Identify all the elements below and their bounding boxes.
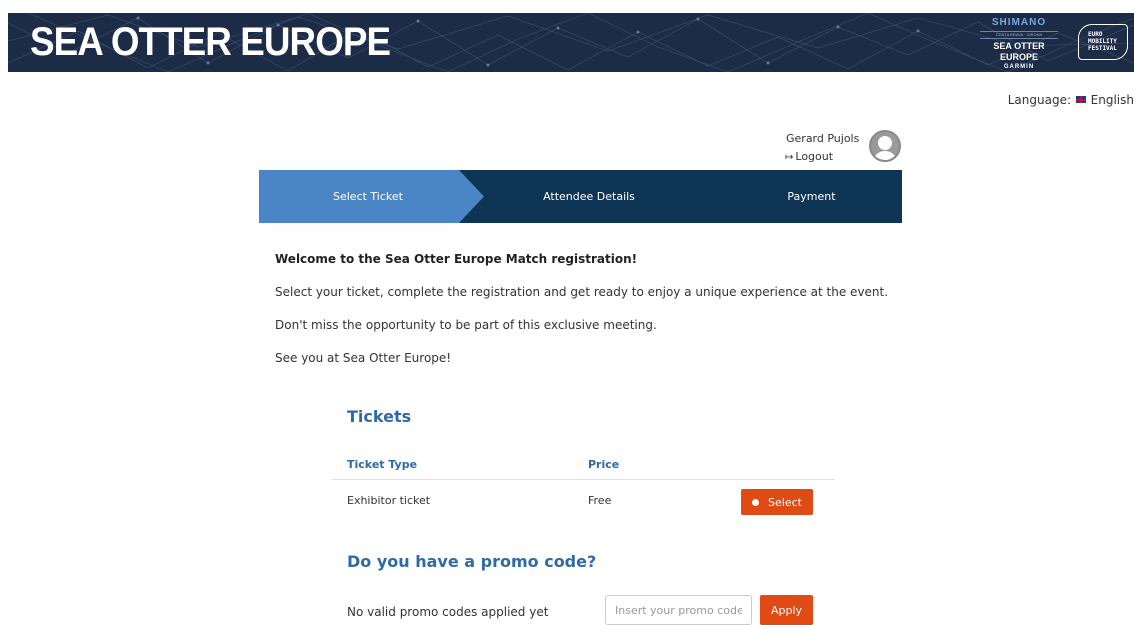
- table-row: Exhibitor ticket Free Select: [332, 480, 835, 522]
- step-payment[interactable]: Payment: [729, 170, 894, 223]
- language-value: English: [1090, 93, 1134, 107]
- table-header: Ticket Type Price: [332, 455, 835, 480]
- logout-link[interactable]: ↦ Logout: [785, 150, 833, 163]
- tickets-heading: Tickets: [347, 407, 412, 426]
- promo-code-input[interactable]: [605, 595, 752, 625]
- ticket-table: Ticket Type Price Exhibitor ticket Free …: [332, 455, 835, 522]
- step-attendee-details[interactable]: Attendee Details: [499, 170, 679, 223]
- step-select-ticket[interactable]: Select Ticket: [259, 170, 484, 223]
- apply-promo-button[interactable]: Apply: [760, 595, 813, 625]
- welcome-line-1: Select your ticket, complete the registr…: [275, 285, 889, 299]
- user-avatar-icon[interactable]: [869, 130, 901, 162]
- uk-flag-icon: [1075, 96, 1086, 103]
- language-selector[interactable]: Language: English: [1008, 93, 1134, 107]
- ticket-price-cell: Free: [588, 494, 612, 507]
- user-name: Gerard Pujols: [786, 132, 860, 145]
- promo-heading: Do you have a promo code?: [347, 552, 597, 571]
- sign-out-icon: ↦: [785, 152, 794, 163]
- logout-label: Logout: [795, 150, 834, 163]
- select-ticket-button[interactable]: Select: [741, 489, 813, 515]
- site-title-logo: SEA OTTER EUROPE: [30, 20, 391, 64]
- welcome-section: Welcome to the Sea Otter Europe Match re…: [275, 250, 975, 382]
- welcome-line-2: Don't miss the opportunity to be part of…: [275, 318, 657, 332]
- welcome-title: Welcome to the Sea Otter Europe Match re…: [275, 252, 638, 266]
- promo-status: No valid promo codes applied yet: [347, 605, 549, 619]
- welcome-line-3: See you at Sea Otter Europe!: [275, 351, 452, 365]
- header-banner: SEA OTTER EUROPE SHIMANO COSTA BRAVA · G…: [8, 13, 1134, 72]
- column-price: Price: [588, 458, 620, 471]
- shimano-sea-otter-logo: SHIMANO COSTA BRAVA · GIRONA SEA OTTER E…: [976, 17, 1062, 70]
- language-label: Language:: [1007, 93, 1071, 107]
- radio-dot-icon: [752, 498, 760, 506]
- euro-mobility-festival-logo: EURO MOBILITY FESTIVAL: [1078, 24, 1128, 60]
- ticket-type-cell: Exhibitor ticket: [347, 494, 431, 507]
- user-menu: Gerard Pujols ↦ Logout: [780, 130, 905, 168]
- registration-steps: Select Ticket Attendee Details Payment: [259, 170, 902, 223]
- column-ticket-type: Ticket Type: [347, 458, 418, 471]
